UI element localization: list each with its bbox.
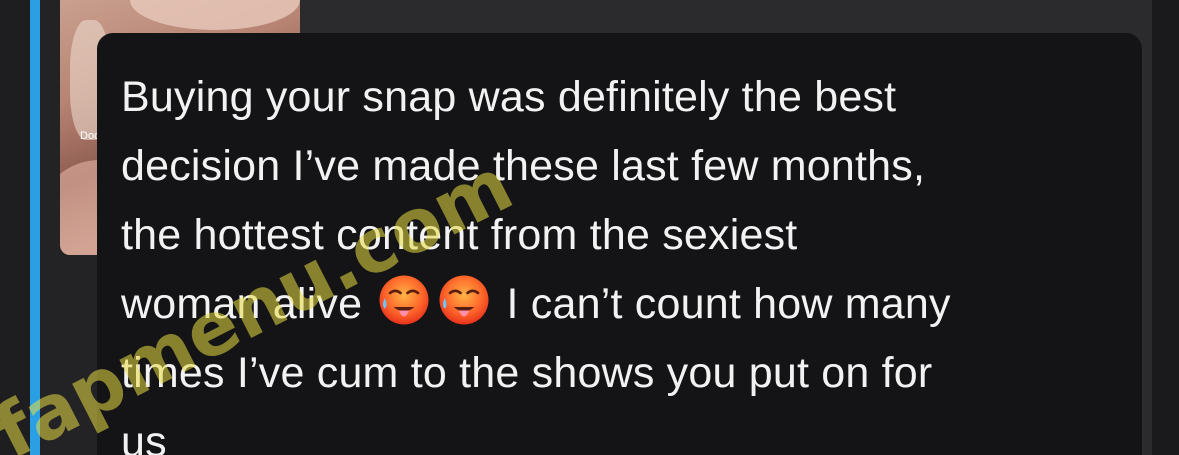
screen: Doc Buying your snap was definitely the … [0, 0, 1179, 455]
reply-accent-bar [30, 0, 40, 455]
message-line-1: Buying your snap was definitely the best [121, 73, 897, 121]
message-bubble[interactable]: Buying your snap was definitely the best… [97, 33, 1142, 455]
message-line-3: the hottest content from the sexiest [121, 211, 798, 259]
thumbnail-highlight [130, 0, 300, 30]
message-line-4-start: woman alive [121, 280, 375, 328]
message-line-2: decision I’ve made these last few months… [121, 142, 926, 190]
message-line-4-end: I can’t count how many [494, 280, 951, 328]
message-line-6: us [121, 418, 167, 455]
left-gutter [0, 0, 30, 455]
drooling-hot-face-emoji-icon [439, 275, 489, 325]
drooling-hot-face-emoji-icon [379, 275, 429, 325]
message-line-5: times I’ve cum to the shows you put on f… [121, 349, 933, 397]
scroll-edge [1152, 0, 1179, 455]
message-text: Buying your snap was definitely the best… [121, 63, 1118, 455]
